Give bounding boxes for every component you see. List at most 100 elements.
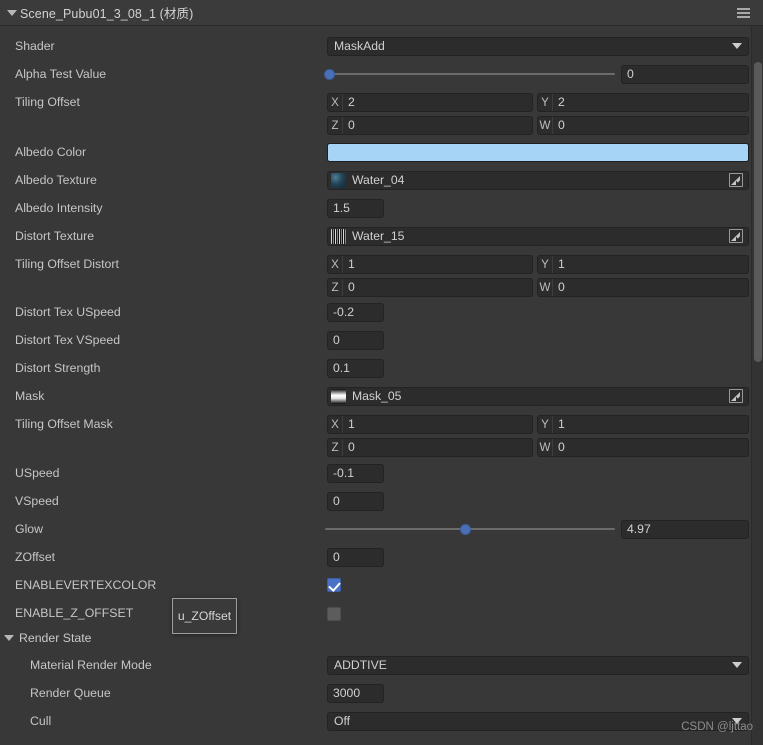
tiling-offset-mask-w-value: 0 bbox=[558, 440, 565, 454]
label-distort-strength: Distort Strength bbox=[15, 361, 101, 375]
tiling-offset-mask-y-field[interactable]: Y 1 bbox=[537, 414, 749, 434]
alpha-test-value-slider[interactable] bbox=[323, 65, 615, 84]
glow-slider[interactable] bbox=[325, 520, 615, 539]
panel-foldout-toggle[interactable] bbox=[4, 9, 20, 16]
label-uspeed: USpeed bbox=[15, 466, 60, 480]
albedo-texture-field[interactable]: Water_04 bbox=[327, 170, 749, 190]
label-tiling-offset-mask: Tiling Offset Mask bbox=[15, 417, 113, 431]
menu-bar-2 bbox=[736, 12, 750, 14]
row-shader: Shader MaskAdd bbox=[0, 32, 751, 60]
tiling-offset-distort-x-value: 1 bbox=[348, 257, 355, 271]
tiling-offset-distort-z-field[interactable]: Z 0 bbox=[327, 277, 533, 297]
axis-label-z: Z bbox=[328, 438, 343, 456]
slider-handle[interactable] bbox=[460, 523, 472, 535]
zoffset-input[interactable]: 0 bbox=[327, 547, 384, 567]
uspeed-input[interactable]: -0.1 bbox=[327, 463, 384, 483]
material-render-mode-dropdown[interactable]: ADDTIVE bbox=[327, 655, 749, 675]
row-distort-strength: Distort Strength 0.1 bbox=[0, 354, 751, 382]
label-mask: Mask bbox=[15, 389, 45, 403]
uspeed-value: -0.1 bbox=[333, 466, 355, 480]
tiling-offset-mask-w-field[interactable]: W 0 bbox=[537, 437, 749, 457]
tiling-offset-distort-w-value: 0 bbox=[558, 280, 565, 294]
mask-texture-value: Mask_05 bbox=[352, 389, 402, 403]
material-inspector-panel: Scene_Pubu01_3_08_1 (材质) Shader MaskAdd … bbox=[0, 0, 763, 745]
tiling-offset-x-value: 2 bbox=[348, 95, 355, 109]
object-picker-icon[interactable] bbox=[729, 229, 743, 243]
zoffset-value: 0 bbox=[333, 550, 340, 564]
enable-vertex-color-checkbox[interactable] bbox=[327, 578, 341, 592]
axis-label-x: X bbox=[328, 93, 343, 111]
distort-tex-vspeed-input[interactable]: 0 bbox=[327, 330, 384, 350]
cull-dropdown[interactable]: Off bbox=[327, 711, 749, 731]
tiling-offset-distort-y-field[interactable]: Y 1 bbox=[537, 254, 749, 274]
tiling-offset-mask-z-field[interactable]: Z 0 bbox=[327, 437, 533, 457]
triangle-down-icon bbox=[7, 9, 17, 16]
row-cull: Cull Off bbox=[0, 707, 751, 735]
tiling-offset-distort-y-value: 1 bbox=[558, 257, 565, 271]
row-tiling-offset-distort-zw: Z 0 W 0 bbox=[0, 273, 751, 301]
triangle-down-icon bbox=[4, 635, 14, 641]
distort-texture-field[interactable]: Water_15 bbox=[327, 226, 749, 246]
render-queue-input[interactable]: 3000 bbox=[327, 683, 384, 703]
slider-handle[interactable] bbox=[323, 68, 335, 80]
glow-value: 4.97 bbox=[627, 522, 651, 536]
distort-tex-uspeed-input[interactable]: -0.2 bbox=[327, 302, 384, 322]
object-picker-icon[interactable] bbox=[729, 389, 743, 403]
tiling-offset-mask-x-field[interactable]: X 1 bbox=[327, 414, 533, 434]
row-distort-texture: Distort Texture Water_15 bbox=[0, 222, 751, 250]
axis-label-z: Z bbox=[328, 278, 343, 296]
distort-tex-uspeed-value: -0.2 bbox=[333, 305, 355, 319]
shader-dropdown-value: MaskAdd bbox=[334, 39, 385, 53]
glow-input[interactable]: 4.97 bbox=[621, 519, 749, 539]
row-albedo-texture: Albedo Texture Water_04 bbox=[0, 166, 751, 194]
row-albedo-color: Albedo Color bbox=[0, 138, 751, 166]
row-enable-z-offset: ENABLE_Z_OFFSET bbox=[0, 599, 751, 627]
label-enable-vertex-color: ENABLEVERTEXCOLOR bbox=[15, 578, 157, 592]
label-cull: Cull bbox=[30, 714, 52, 728]
chevron-down-icon bbox=[732, 43, 742, 49]
tiling-offset-mask-z-value: 0 bbox=[348, 440, 355, 454]
shader-dropdown[interactable]: MaskAdd bbox=[327, 36, 749, 56]
axis-label-w: W bbox=[538, 438, 553, 456]
tiling-offset-distort-w-field[interactable]: W 0 bbox=[537, 277, 749, 297]
water-texture-thumbnail bbox=[331, 228, 346, 244]
label-alpha-test-value: Alpha Test Value bbox=[15, 67, 107, 81]
albedo-texture-value: Water_04 bbox=[352, 173, 405, 187]
object-picker-icon[interactable] bbox=[729, 173, 743, 187]
vspeed-value: 0 bbox=[333, 494, 340, 508]
vspeed-input[interactable]: 0 bbox=[327, 491, 384, 511]
hamburger-menu-icon[interactable] bbox=[735, 5, 751, 21]
chevron-down-icon bbox=[732, 662, 742, 668]
row-vspeed: VSpeed 0 bbox=[0, 487, 751, 515]
label-vspeed: VSpeed bbox=[15, 494, 59, 508]
enable-z-offset-checkbox[interactable] bbox=[327, 607, 341, 621]
row-glow: Glow 4.97 bbox=[0, 515, 751, 543]
albedo-intensity-input[interactable]: 1.5 bbox=[327, 198, 384, 218]
tiling-offset-x-field[interactable]: X 2 bbox=[327, 92, 533, 112]
render-queue-value: 3000 bbox=[333, 686, 361, 700]
albedo-color-swatch[interactable] bbox=[327, 142, 749, 162]
tiling-offset-mask-y-value: 1 bbox=[558, 417, 565, 431]
alpha-test-value-text: 0 bbox=[627, 67, 634, 81]
tiling-offset-mask-x-value: 1 bbox=[348, 417, 355, 431]
render-state-foldout[interactable]: Render State bbox=[0, 627, 751, 649]
tiling-offset-w-field[interactable]: W 0 bbox=[537, 115, 749, 135]
tiling-offset-y-field[interactable]: Y 2 bbox=[537, 92, 749, 112]
tiling-offset-distort-z-value: 0 bbox=[348, 280, 355, 294]
slider-track bbox=[329, 73, 615, 75]
row-alpha-test-value: Alpha Test Value 0 bbox=[0, 60, 751, 88]
gradient-mask-thumbnail bbox=[331, 388, 346, 404]
row-tiling-offset-zw: Z 0 W 0 bbox=[0, 111, 751, 139]
alpha-test-value-input[interactable]: 0 bbox=[621, 64, 749, 84]
tiling-offset-distort-x-field[interactable]: X 1 bbox=[327, 254, 533, 274]
label-distort-tex-uspeed: Distort Tex USpeed bbox=[15, 305, 121, 319]
row-tiling-offset-mask-zw: Z 0 W 0 bbox=[0, 433, 751, 461]
distort-strength-input[interactable]: 0.1 bbox=[327, 358, 384, 378]
tiling-offset-z-field[interactable]: Z 0 bbox=[327, 115, 533, 135]
scrollbar-thumb[interactable] bbox=[754, 62, 762, 362]
label-albedo-intensity: Albedo Intensity bbox=[15, 201, 103, 215]
axis-label-x: X bbox=[328, 415, 343, 433]
vertical-scrollbar[interactable] bbox=[751, 26, 763, 745]
mask-texture-field[interactable]: Mask_05 bbox=[327, 386, 749, 406]
distort-texture-value: Water_15 bbox=[352, 229, 405, 243]
